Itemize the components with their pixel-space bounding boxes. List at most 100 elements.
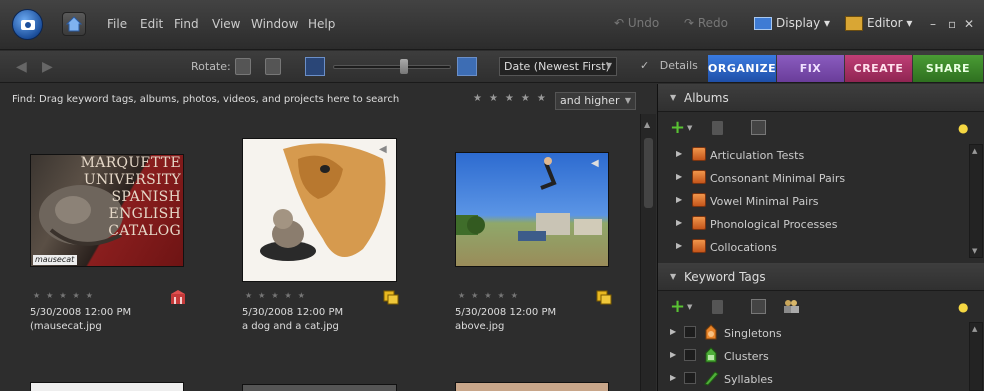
keyword-checkbox[interactable] xyxy=(684,326,696,338)
menu-window[interactable]: Window xyxy=(251,17,298,31)
keyword-item[interactable]: ▶ Singletons xyxy=(658,322,968,345)
scrollbar-thumb[interactable] xyxy=(644,138,653,208)
keyword-label: Clusters xyxy=(724,350,769,363)
slider-handle[interactable] xyxy=(400,59,408,74)
chevron-down-icon[interactable]: ▼ xyxy=(687,124,692,132)
menu-help[interactable]: Help xyxy=(308,17,335,31)
album-item[interactable]: ▶ Vowel Minimal Pairs xyxy=(658,190,968,213)
keywords-scrollbar[interactable]: ▲ xyxy=(969,322,983,391)
speaker-icon: ◀ xyxy=(379,144,387,155)
add-album-icon[interactable]: + xyxy=(670,117,685,138)
chevron-down-icon: ▼ xyxy=(605,61,612,70)
tab-organize[interactable]: ORGANIZE xyxy=(708,55,776,82)
photo-filename: above.jpg xyxy=(455,321,505,332)
back-arrow-icon[interactable]: ◀ xyxy=(16,59,27,75)
scroll-up-icon[interactable]: ▲ xyxy=(972,147,977,155)
expand-triangle-icon[interactable]: ▶ xyxy=(676,149,682,158)
tab-create[interactable]: CREATE xyxy=(845,55,912,82)
thumbnail-size-slider[interactable] xyxy=(333,65,451,69)
expand-triangle-icon[interactable]: ▶ xyxy=(676,195,682,204)
maximize-button[interactable]: ▫ xyxy=(948,17,956,31)
photo-thumbnail[interactable]: ◀ xyxy=(455,152,609,267)
forward-arrow-icon[interactable]: ▶ xyxy=(42,59,53,75)
expand-triangle-icon[interactable]: ▶ xyxy=(676,218,682,227)
scroll-up-icon[interactable]: ▲ xyxy=(972,325,977,333)
keyword-item[interactable]: ▶ Clusters xyxy=(658,345,968,368)
albums-title: Albums xyxy=(684,91,729,105)
star-rating[interactable]: ★★★★★ xyxy=(458,291,524,300)
jump-image xyxy=(456,157,602,241)
keyword-checkbox[interactable] xyxy=(684,372,696,384)
people-tag-icon[interactable] xyxy=(782,298,800,314)
app-window: File Edit Find View Window Help ↶ Undo ↷… xyxy=(0,0,984,391)
scroll-down-icon[interactable]: ▼ xyxy=(972,247,977,255)
grid-view-icon[interactable] xyxy=(305,57,325,76)
add-keyword-icon[interactable]: + xyxy=(670,296,685,317)
photo-thumbnail[interactable] xyxy=(455,382,609,391)
album-item[interactable]: ▶ Articulation Tests xyxy=(658,144,968,167)
star-rating[interactable]: ★★★★★ xyxy=(245,291,311,300)
rating-filter-value: and higher xyxy=(560,94,620,107)
overlay-line: SPANISH xyxy=(111,189,181,205)
album-item[interactable]: ▶ Consonant Minimal Pairs xyxy=(658,167,968,190)
expand-triangle-icon[interactable]: ▶ xyxy=(676,172,682,181)
expand-triangle-icon[interactable]: ▶ xyxy=(670,373,676,382)
album-label: Vowel Minimal Pairs xyxy=(710,195,819,208)
lightbulb-icon[interactable]: ● xyxy=(958,300,968,314)
photo-grid-scrollbar[interactable]: ▲ xyxy=(640,114,656,391)
album-item[interactable]: ▶ Collocations xyxy=(658,236,968,259)
menu-find[interactable]: Find xyxy=(174,17,199,31)
details-checkbox[interactable]: ✓ Details xyxy=(640,59,698,72)
expand-triangle-icon[interactable]: ▶ xyxy=(670,327,676,336)
editor-button[interactable]: Editor ▾ xyxy=(845,16,912,31)
edit-keyword-icon[interactable] xyxy=(751,299,766,314)
undo-button[interactable]: ↶ Undo xyxy=(614,16,659,30)
edit-album-icon[interactable] xyxy=(751,120,766,135)
keyword-checkbox[interactable] xyxy=(684,349,696,361)
lightbulb-icon[interactable]: ● xyxy=(958,121,968,135)
photo-thumbnail[interactable]: MARQUETTE UNIVERSITY SPANISH ENGLISH CAT… xyxy=(30,154,184,267)
redo-button[interactable]: ↷ Redo xyxy=(684,16,728,30)
minimize-button[interactable]: – xyxy=(930,17,936,31)
details-label: Details xyxy=(659,59,698,72)
photo-thumbnail[interactable] xyxy=(242,384,397,391)
photo-thumbnail[interactable] xyxy=(30,382,184,391)
expand-triangle-icon[interactable]: ▶ xyxy=(670,350,676,359)
album-item[interactable]: ▶ Phonological Processes xyxy=(658,213,968,236)
photo-date: 5/30/2008 12:00 PM xyxy=(30,307,132,318)
photo-thumbnail[interactable]: ◀ xyxy=(242,138,397,282)
album-tag-icon xyxy=(170,289,185,304)
expand-triangle-icon[interactable]: ▶ xyxy=(676,241,682,250)
menu-view[interactable]: View xyxy=(212,17,240,31)
display-button[interactable]: Display ▾ xyxy=(754,16,830,30)
overlay-line: ENGLISH xyxy=(108,206,181,222)
album-icon xyxy=(692,239,706,253)
collapse-triangle-icon[interactable]: ▼ xyxy=(670,272,676,281)
tab-share[interactable]: SHARE xyxy=(913,55,983,82)
trash-icon[interactable] xyxy=(712,300,723,314)
tab-fix[interactable]: FIX xyxy=(777,55,844,82)
rotate-left-icon[interactable] xyxy=(235,58,251,75)
redo-label: Redo xyxy=(697,16,729,30)
rotate-right-icon[interactable] xyxy=(265,58,281,75)
albums-scrollbar[interactable]: ▲ ▼ xyxy=(969,144,983,258)
menu-edit[interactable]: Edit xyxy=(140,17,163,31)
keyword-item[interactable]: ▶ Syllables xyxy=(658,368,968,391)
home-icon[interactable] xyxy=(62,12,86,36)
sort-order-value: Date (Newest First) xyxy=(504,60,610,73)
rating-filter-select[interactable]: and higher ▼ xyxy=(555,92,636,110)
keyword-tags-header[interactable]: ▼ Keyword Tags xyxy=(658,263,984,291)
star-rating[interactable]: ★★★★★ xyxy=(33,291,99,300)
close-button[interactable]: ✕ xyxy=(964,17,974,31)
menu-file[interactable]: File xyxy=(107,17,127,31)
app-logo-icon[interactable] xyxy=(12,9,43,40)
albums-header[interactable]: ▼ Albums xyxy=(658,84,984,112)
single-photo-view-icon[interactable] xyxy=(457,57,477,76)
collapse-triangle-icon[interactable]: ▼ xyxy=(670,93,676,102)
album-label: Consonant Minimal Pairs xyxy=(710,172,846,185)
scroll-up-icon[interactable]: ▲ xyxy=(644,120,654,129)
sort-order-select[interactable]: Date (Newest First) ▼ xyxy=(499,57,617,76)
rating-filter-stars[interactable]: ★★★★★ xyxy=(473,93,553,104)
trash-icon[interactable] xyxy=(712,121,723,135)
chevron-down-icon[interactable]: ▼ xyxy=(687,303,692,311)
